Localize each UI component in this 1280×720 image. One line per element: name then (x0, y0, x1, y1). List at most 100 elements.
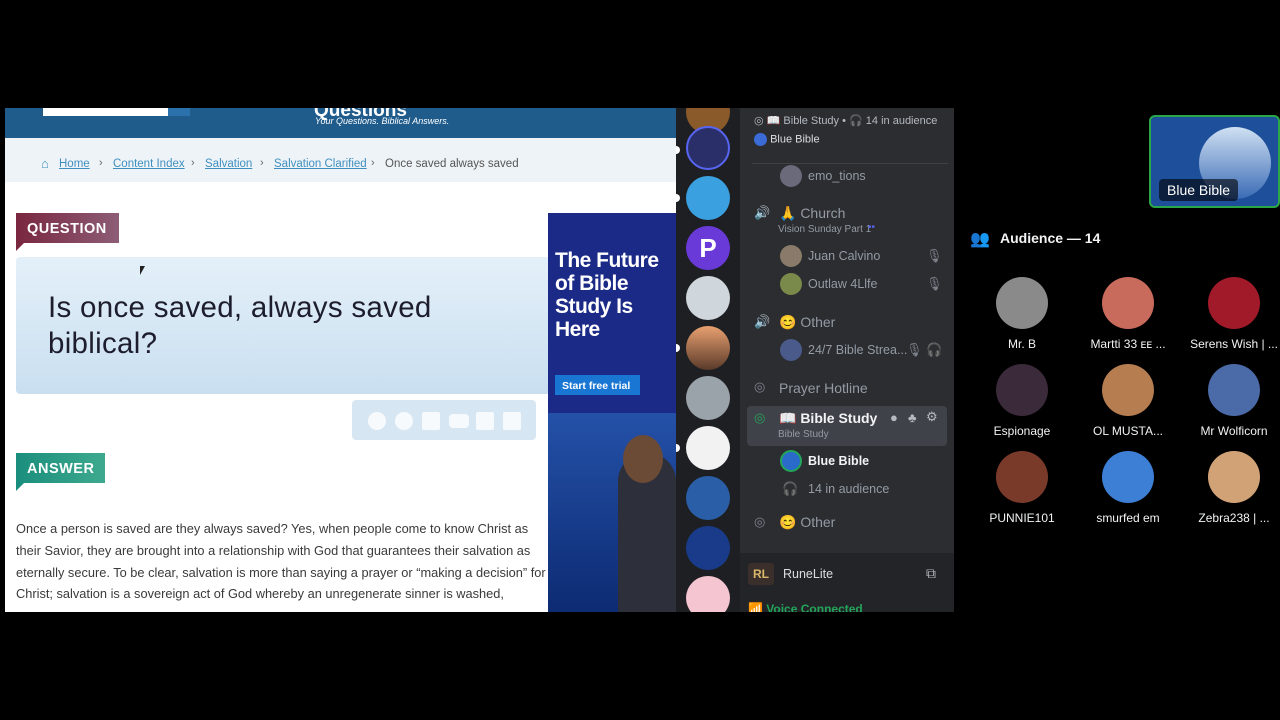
avatar (754, 133, 767, 146)
channel-list: ◎ 📖 Bible Study • 🎧 14 in audience Blue … (740, 108, 954, 612)
stage-icon: ◎ (754, 410, 766, 425)
voice-user-name: Blue Bible (808, 454, 870, 468)
invite-icon[interactable]: ♣ (908, 410, 917, 425)
breadcrumb-separator-icon: › (191, 157, 195, 169)
voice-user-row[interactable]: 24/7 Bible Strea... 🎙 🎧 (740, 338, 954, 362)
voice-user-row[interactable]: Juan Calvino 🎙 (740, 244, 954, 268)
avatar (1102, 277, 1154, 329)
audience-count-row[interactable]: 🎧 14 in audience (740, 477, 954, 501)
ad-banner[interactable]: The Future of Bible Study Is Here Start … (548, 213, 676, 612)
audience-member[interactable]: Mr. B (967, 277, 1077, 351)
audience-member-name: Mr Wolficorn (1200, 424, 1268, 438)
audience-member-name: PUNNIE101 (989, 511, 1055, 525)
channel-subtitle: Vision Sunday Part 1 (778, 224, 872, 235)
breadcrumb-home[interactable]: Home (59, 158, 90, 170)
avatar (1208, 451, 1260, 503)
channel-other[interactable]: 🔊 😊 Other (740, 310, 954, 334)
chat-icon[interactable]: ● (890, 410, 898, 425)
people-icon: 👥 (970, 231, 990, 248)
avatar (780, 339, 802, 361)
breadcrumb-separator-icon: › (371, 157, 375, 169)
server-icon[interactable]: P (686, 226, 730, 270)
home-icon[interactable]: ⌂ (41, 156, 49, 171)
audience-member[interactable]: Espionage (967, 364, 1077, 438)
question-label: QUESTION (16, 213, 119, 251)
breadcrumb-salvation[interactable]: Salvation (205, 158, 252, 170)
audience-member-name: Serens Wish | ... (1190, 337, 1278, 351)
podcast-icon[interactable] (395, 412, 413, 430)
site-search-box[interactable] (43, 108, 168, 116)
channel-other-2[interactable]: ◎ 😊 Other (740, 510, 954, 534)
print-icon[interactable] (476, 412, 494, 430)
avatar (1102, 451, 1154, 503)
breadcrumb-separator-icon: › (260, 157, 264, 169)
answer-label: ANSWER (16, 453, 105, 491)
voice-user-row[interactable]: Outlaw 4Llfe 🎙 (740, 272, 954, 296)
site-search-button[interactable] (168, 108, 190, 116)
server-icon[interactable] (686, 326, 730, 370)
audience-member[interactable]: PUNNIE101 (967, 451, 1077, 525)
breadcrumb-content-index[interactable]: Content Index (113, 158, 185, 170)
avatar (780, 273, 802, 295)
audience-member[interactable]: smurfed em (1073, 451, 1183, 525)
speaker-icon: 🔊 (754, 314, 771, 329)
stage-icon: ◎ (754, 514, 766, 529)
audience-title: Audience — 14 (1000, 230, 1101, 246)
channel-bible-study[interactable]: ◎ 📖 Bible Study Bible Study ● ♣ ⚙ (747, 406, 947, 446)
breadcrumb: ⌂ Home › Content Index › Salvation › Sal… (5, 138, 676, 182)
speaker-tile[interactable]: Blue Bible (1149, 115, 1280, 208)
voice-user-row[interactable]: emo_tions (740, 164, 954, 188)
ad-start-trial-button[interactable]: Start free trial (555, 375, 640, 395)
comment-icon[interactable] (422, 412, 440, 430)
server-icon[interactable] (686, 276, 730, 320)
gear-icon[interactable]: ⚙ (926, 409, 938, 425)
channel-prayer-hotline[interactable]: ◎ Prayer Hotline (740, 375, 954, 399)
audience-member[interactable]: Mr Wolficorn (1179, 364, 1280, 438)
audience-member-name: OL MUSTA... (1092, 424, 1163, 438)
site-header: Questions Your Questions. Biblical Answe… (5, 108, 676, 138)
voice-user-name: Juan Calvino (808, 249, 881, 263)
avatar (780, 165, 802, 187)
audience-member[interactable]: Zebra238 | ... (1179, 451, 1280, 525)
audience-member[interactable]: Serens Wish | ... (1179, 277, 1280, 351)
avatar (996, 364, 1048, 416)
avatar (1102, 364, 1154, 416)
page-tools-bar (352, 400, 536, 440)
audience-member-name: Zebra238 | ... (1198, 511, 1270, 525)
stage-speaker-name: Blue Bible (770, 133, 820, 146)
mouse-cursor-icon (140, 266, 145, 275)
active-stage-status[interactable]: ◎ 📖 Bible Study • 🎧 14 in audience Blue … (754, 114, 944, 154)
server-icon[interactable] (686, 576, 730, 612)
voice-user-row[interactable]: Blue Bible (740, 449, 954, 473)
stage-view: Blue Bible 👥 Audience — 14 Mr. B Martti 3… (954, 108, 1280, 612)
server-icon[interactable] (686, 126, 730, 170)
live-dots-icon: •• (868, 222, 876, 233)
breadcrumb-current: Once saved always saved (385, 158, 519, 170)
server-unread-pill (676, 194, 680, 202)
stage-icon: ◎ (754, 115, 767, 127)
server-icon[interactable] (686, 526, 730, 570)
server-icon[interactable] (686, 426, 730, 470)
audience-member[interactable]: OL MUSTA... (1073, 364, 1183, 438)
avatar (780, 245, 802, 267)
channel-church[interactable]: 🔊 🙏 Church (740, 201, 954, 225)
audience-member[interactable]: Martti 33 ᴇᴇ ... (1073, 277, 1183, 351)
audio-icon[interactable] (503, 412, 521, 430)
avatar (1208, 364, 1260, 416)
youtube-icon[interactable] (449, 414, 469, 428)
server-list: P (676, 108, 740, 612)
breadcrumb-salvation-clarified[interactable]: Salvation Clarified (274, 158, 367, 170)
server-icon[interactable] (686, 476, 730, 520)
audience-member-name: Martti 33 ᴇᴇ ... (1090, 337, 1166, 351)
screen-share-icon[interactable]: ⧉ (926, 565, 936, 582)
muted-mic-icon: 🎙 (926, 276, 943, 291)
voice-connected-status[interactable]: 📶 Voice Connected (748, 602, 863, 612)
server-unread-pill (676, 344, 680, 352)
accessibility-icon[interactable] (368, 412, 386, 430)
audience-member-name: Espionage (993, 424, 1051, 438)
server-icon[interactable] (686, 376, 730, 420)
server-icon[interactable] (686, 176, 730, 220)
avatar (1208, 277, 1260, 329)
site-tagline: Your Questions. Biblical Answers. (315, 116, 450, 126)
presenter-head (623, 435, 663, 483)
